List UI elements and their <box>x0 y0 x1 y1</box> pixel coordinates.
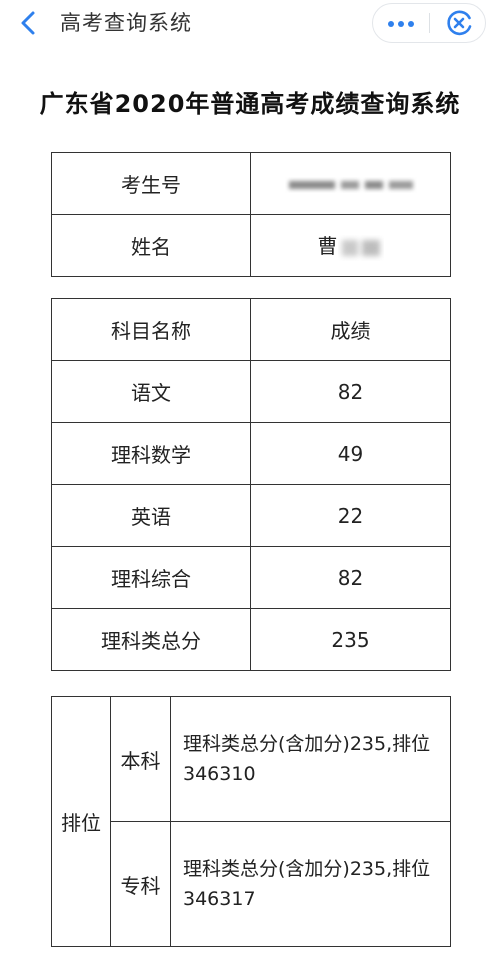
capsule-divider <box>429 13 430 33</box>
table-row: 英语 22 <box>51 484 451 547</box>
header-subject: 科目名称 <box>51 298 251 361</box>
table-row: 理科类总分 235 <box>51 608 451 671</box>
subject-cell: 理科类总分 <box>51 608 251 671</box>
score-table: 科目名称 成绩 语文 82 理科数学 49 英语 22 理科综合 82 理科类总… <box>51 298 451 671</box>
name-value: 曹 <box>250 214 451 277</box>
subject-cell: 语文 <box>51 360 251 423</box>
table-row: 理科综合 82 <box>51 546 451 609</box>
subject-cell: 英语 <box>51 484 251 547</box>
table-row: 语文 82 <box>51 360 451 423</box>
chevron-left-icon <box>21 11 35 35</box>
name-visible-char: 曹 <box>317 234 338 259</box>
score-cell: 235 <box>250 608 451 671</box>
close-target-icon <box>447 10 472 36</box>
table-row: 姓名 曹 <box>51 214 451 277</box>
exam-number-value <box>250 152 451 215</box>
mini-program-capsule <box>372 3 486 43</box>
ranking-detail: 理科类总分(含加分)235,排位346317 <box>170 821 451 947</box>
table-row: 考生号 <box>51 152 451 215</box>
back-button[interactable] <box>14 8 44 38</box>
nav-title: 高考查询系统 <box>60 11 192 35</box>
more-button[interactable] <box>379 8 423 38</box>
score-cell: 22 <box>250 484 451 547</box>
nav-bar: 高考查询系统 <box>0 0 500 48</box>
score-cell: 49 <box>250 422 451 485</box>
redacted-exam-number <box>288 181 413 189</box>
score-cell: 82 <box>250 360 451 423</box>
table-row: 排位 本科 理科类总分(含加分)235,排位346310 <box>51 696 451 947</box>
table-row: 理科数学 49 <box>51 422 451 485</box>
table-row: 专科 理科类总分(含加分)235,排位346317 <box>52 821 451 947</box>
subject-cell: 理科综合 <box>51 546 251 609</box>
student-info-table: 考生号 姓名 曹 <box>51 152 451 277</box>
ranking-detail: 理科类总分(含加分)235,排位346310 <box>170 696 451 822</box>
ranking-table: 排位 本科 理科类总分(含加分)235,排位346310 专科 理科类总分(含加… <box>51 696 451 947</box>
close-button[interactable] <box>439 8 479 38</box>
more-dots-icon <box>388 21 414 27</box>
table-header-row: 科目名称 成绩 <box>51 298 451 361</box>
exam-number-label: 考生号 <box>51 152 251 215</box>
redacted-name <box>341 239 380 256</box>
page-title: 广东省2020年普通高考成绩查询系统 <box>39 90 461 118</box>
level-cell: 本科 <box>110 696 171 822</box>
ranking-label: 排位 <box>51 696 111 947</box>
header-score: 成绩 <box>250 298 451 361</box>
name-label: 姓名 <box>51 214 251 277</box>
level-cell: 专科 <box>110 821 171 947</box>
subject-cell: 理科数学 <box>51 422 251 485</box>
score-cell: 82 <box>250 546 451 609</box>
